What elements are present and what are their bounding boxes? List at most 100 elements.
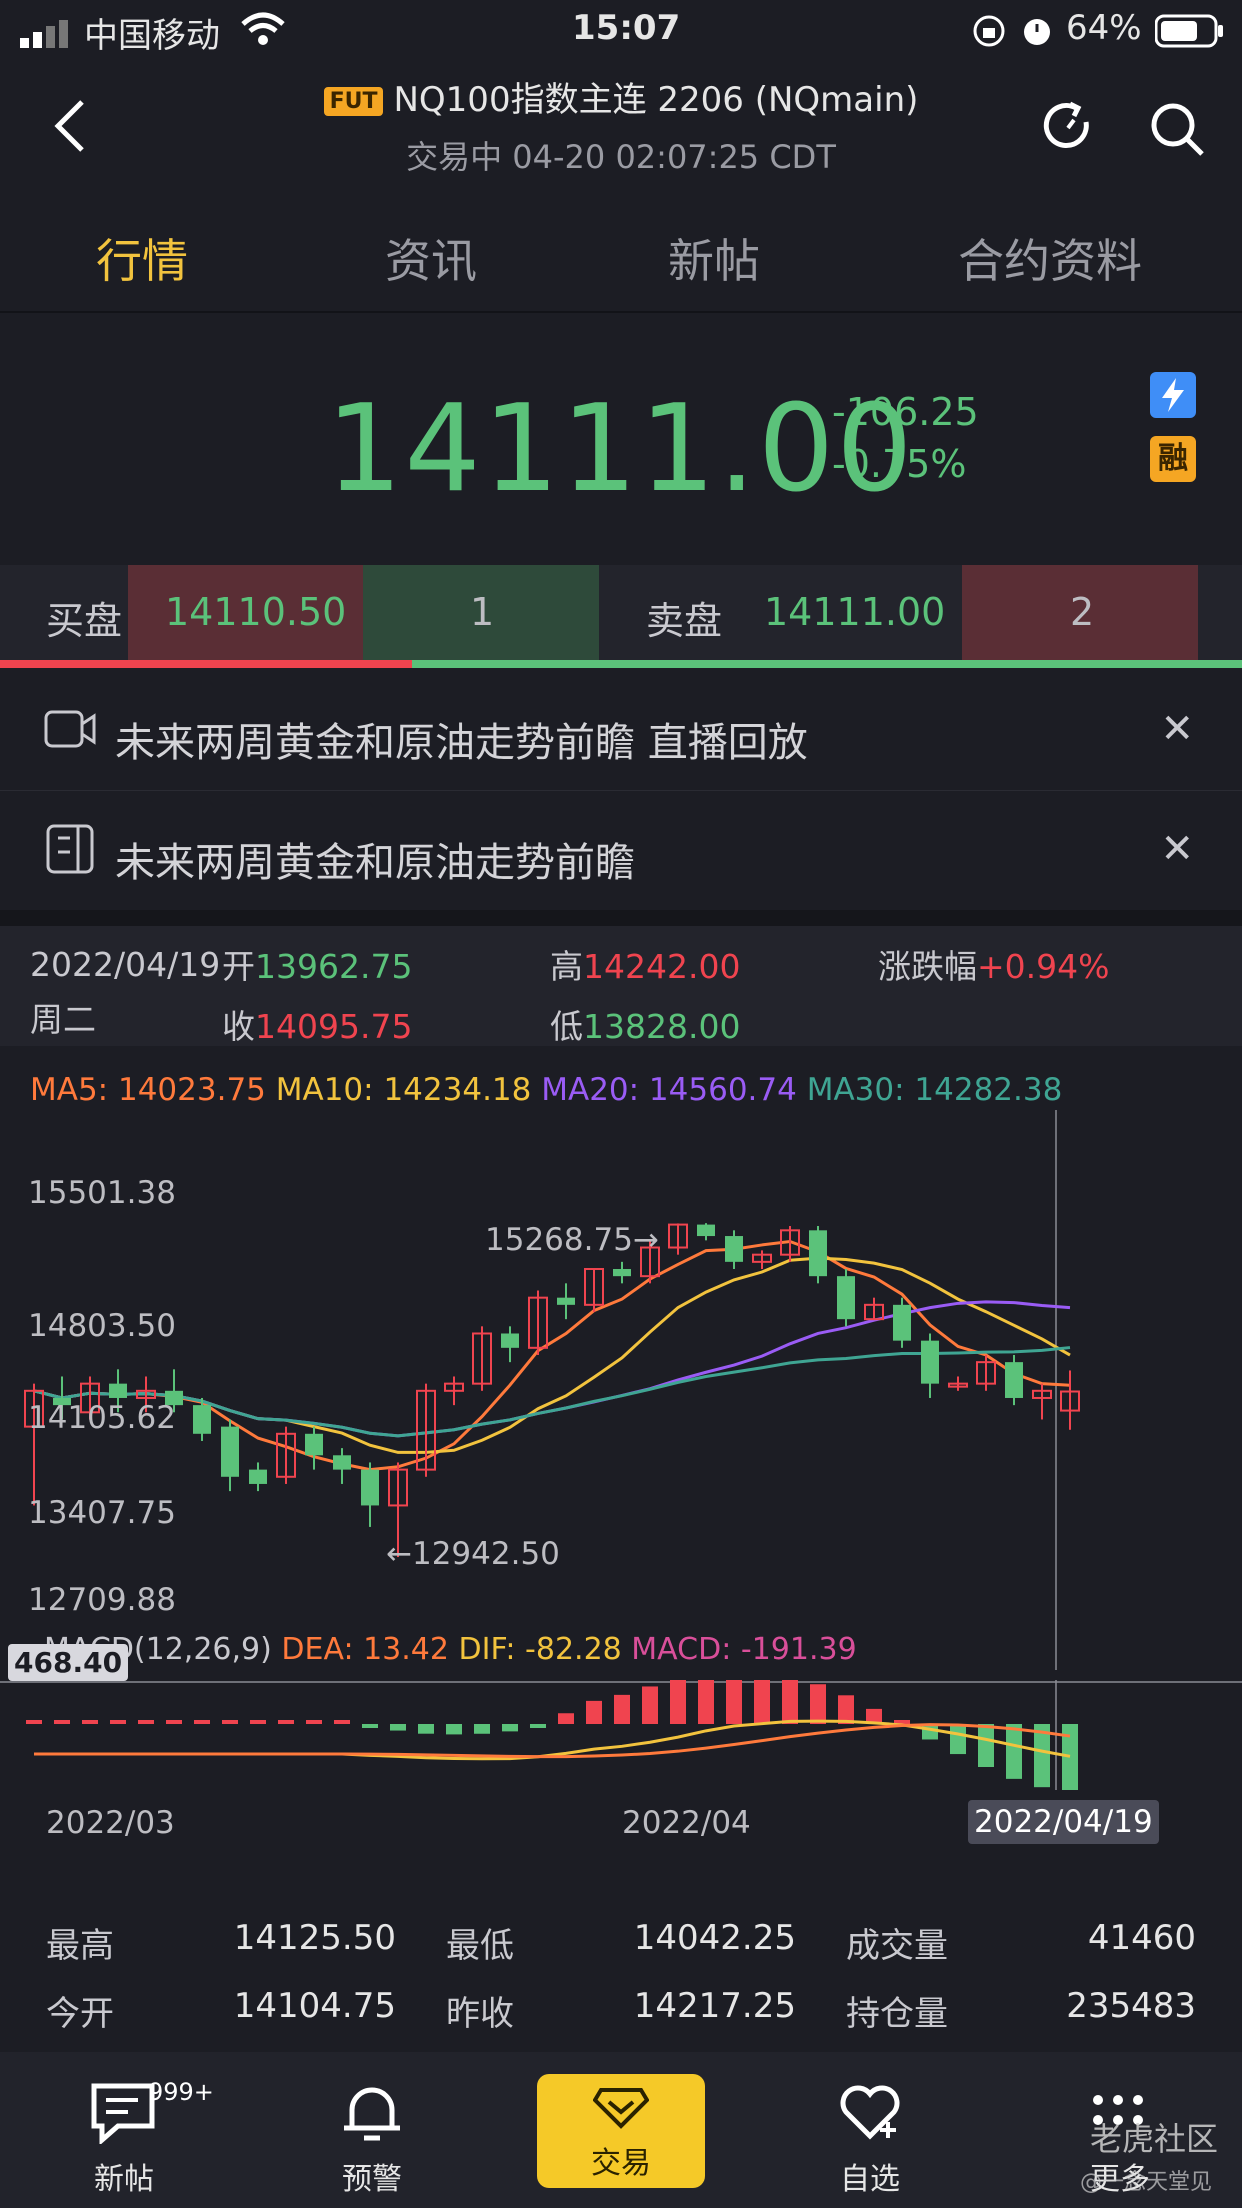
wifi-icon bbox=[240, 12, 286, 52]
ohlc-change: 涨跌幅+0.94% bbox=[878, 947, 1110, 986]
macd-bar bbox=[782, 1680, 798, 1724]
ma20-line bbox=[33, 1300, 1071, 1438]
lightning-icon[interactable] bbox=[1150, 372, 1196, 418]
macd-bar bbox=[950, 1724, 966, 1755]
last-price: 14111.00 bbox=[326, 380, 915, 519]
macd-bar bbox=[306, 1720, 322, 1724]
candle-body bbox=[893, 1304, 911, 1341]
macd-bar bbox=[838, 1695, 854, 1724]
margin-badge[interactable]: 融 bbox=[1150, 436, 1196, 482]
rotation-lock-icon bbox=[972, 14, 1006, 52]
video-icon bbox=[44, 708, 96, 754]
candle-body bbox=[1005, 1362, 1023, 1398]
macd-bar bbox=[530, 1724, 546, 1728]
macd-bar bbox=[82, 1720, 98, 1724]
bid-price: 14110.50 bbox=[165, 590, 347, 634]
tab-bar: 行情 资讯 新帖 合约资料 bbox=[0, 205, 1242, 313]
macd-bar bbox=[334, 1720, 350, 1724]
ask-qty: 2 bbox=[1070, 590, 1095, 634]
macd-bar bbox=[614, 1694, 630, 1724]
document-icon bbox=[46, 824, 94, 878]
macd-bar bbox=[474, 1724, 490, 1734]
candle-body bbox=[837, 1276, 855, 1320]
posts-badge: 999+ bbox=[148, 2078, 214, 2106]
ohlc-open: 开13962.75 bbox=[222, 947, 413, 986]
dea-line bbox=[34, 1723, 1071, 1759]
candle-body bbox=[501, 1333, 519, 1348]
fut-badge: FUT bbox=[323, 87, 384, 116]
cursor-value-label: 468.40 bbox=[8, 1644, 129, 1681]
carrier-name: 中国移动 bbox=[84, 16, 220, 56]
search-icon[interactable] bbox=[1148, 100, 1206, 162]
tab-posts[interactable]: 新帖 bbox=[668, 225, 760, 291]
ma30-line bbox=[33, 1346, 1071, 1438]
ohlc-date: 2022/04/19 bbox=[30, 945, 221, 984]
candle-body bbox=[613, 1269, 631, 1277]
macd-bar bbox=[754, 1680, 770, 1724]
macd-bar bbox=[978, 1724, 994, 1768]
battery-icon bbox=[1154, 14, 1225, 52]
close-icon[interactable]: ✕ bbox=[1160, 826, 1194, 872]
macd-bar bbox=[362, 1724, 378, 1728]
refresh-icon[interactable] bbox=[1040, 100, 1096, 160]
y-tick: 12709.88 bbox=[28, 1582, 176, 1618]
battery-percent: 64% bbox=[1066, 8, 1142, 48]
macd-bar bbox=[698, 1680, 714, 1724]
cursor-date-label: 2022/04/19 bbox=[968, 1800, 1159, 1844]
macd-legend: MACD(12,26,9) DEA: 13.42 DIF: -82.28 MAC… bbox=[44, 1632, 857, 1667]
macd-bar bbox=[502, 1724, 518, 1732]
x-tick-apr: 2022/04 bbox=[622, 1805, 751, 1841]
watermark-handle: @一念天堂见 bbox=[1080, 2170, 1213, 2195]
signal-icon bbox=[20, 20, 76, 48]
tab-news[interactable]: 资讯 bbox=[385, 225, 477, 291]
ohlc-close: 收14095.75 bbox=[222, 1007, 413, 1046]
macd-bar bbox=[26, 1720, 42, 1724]
status-bar: 中国移动 15:07 64% bbox=[0, 0, 1242, 62]
candle-body bbox=[361, 1469, 379, 1506]
alert-button[interactable]: 预警 bbox=[292, 2052, 452, 2208]
tab-contract-info[interactable]: 合约资料 bbox=[958, 225, 1142, 291]
notice-live-replay[interactable]: 未来两周黄金和原油走势前瞻 直播回放 ✕ bbox=[0, 672, 1242, 791]
macd-bar bbox=[222, 1720, 238, 1724]
candle-body bbox=[921, 1340, 939, 1384]
ohlc-high: 高14242.00 bbox=[550, 947, 741, 986]
macd-bar bbox=[810, 1684, 826, 1724]
x-tick-mar: 2022/03 bbox=[46, 1805, 175, 1841]
ohlc-low: 低13828.00 bbox=[550, 1007, 741, 1046]
ask-price: 14111.00 bbox=[764, 590, 946, 634]
ask-label: 卖盘 bbox=[646, 599, 723, 643]
watchlist-button[interactable]: 自选 bbox=[790, 2052, 950, 2208]
macd-chart[interactable] bbox=[0, 1680, 1242, 1790]
macd-bar bbox=[110, 1720, 126, 1724]
candle-body bbox=[221, 1426, 239, 1477]
macd-bar bbox=[586, 1700, 602, 1724]
candle-body bbox=[809, 1230, 827, 1277]
candle-body bbox=[249, 1469, 267, 1484]
notice-text: 未来两周黄金和原油走势前瞻 直播回放 bbox=[115, 720, 808, 766]
bid-label: 买盘 bbox=[46, 599, 123, 643]
y-tick: 14803.50 bbox=[28, 1308, 176, 1344]
posts-button[interactable]: 999+ 新帖 bbox=[44, 2052, 214, 2208]
macd-bar bbox=[1006, 1724, 1022, 1779]
notice-text: 未来两周黄金和原油走势前瞻 bbox=[115, 840, 635, 886]
macd-bar bbox=[390, 1724, 406, 1731]
macd-bar bbox=[446, 1724, 462, 1735]
notice-article[interactable]: 未来两周黄金和原油走势前瞻 ✕ bbox=[0, 792, 1242, 910]
tab-market[interactable]: 行情 bbox=[96, 225, 188, 291]
bottom-toolbar: 999+ 新帖 预警 交易 自选 更多 老虎社区 @一念天堂见 bbox=[0, 2052, 1242, 2208]
trade-button[interactable]: 交易 bbox=[537, 2074, 705, 2188]
bid-qty: 1 bbox=[470, 590, 495, 634]
macd-bar bbox=[670, 1680, 686, 1724]
diamond-icon bbox=[592, 2086, 650, 2134]
macd-bar bbox=[194, 1720, 210, 1724]
candlestick-chart[interactable] bbox=[0, 1110, 1242, 1670]
macd-bar bbox=[166, 1720, 182, 1724]
bell-icon bbox=[340, 2082, 404, 2150]
candle-body bbox=[193, 1405, 211, 1434]
candle-body bbox=[109, 1383, 127, 1398]
close-icon[interactable]: ✕ bbox=[1160, 706, 1194, 752]
macd-bar bbox=[250, 1720, 266, 1724]
ohlc-weekday: 周二 bbox=[30, 1000, 96, 1039]
candle-body bbox=[697, 1224, 715, 1237]
y-tick: 14105.62 bbox=[28, 1400, 176, 1436]
